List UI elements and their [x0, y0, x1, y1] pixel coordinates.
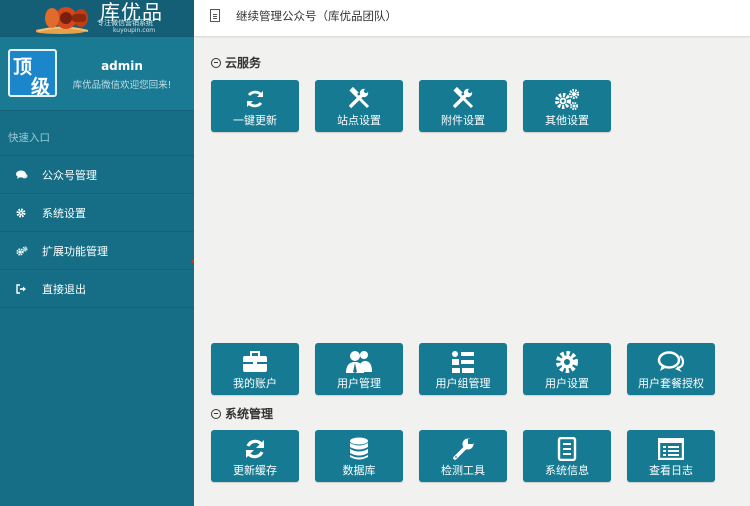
collapse-icon: [211, 57, 221, 68]
section-title: 系统管理: [225, 407, 274, 421]
user-profile: 顶 级 admin 库优品微信欢迎您回来!: [0, 37, 194, 111]
logo[interactable]: 库优品 专注微信营销系统 kuyoupin.com: [0, 0, 194, 37]
tile-refresh-cache[interactable]: 更新缓存: [211, 430, 299, 482]
tile-user-settings[interactable]: 用户设置: [523, 343, 611, 395]
tile-view-logs[interactable]: 查看日志: [627, 430, 715, 482]
comments-icon: [16, 170, 30, 180]
tile-label: 检测工具: [441, 464, 485, 477]
document-icon: [210, 9, 220, 22]
tile-label: 其他设置: [545, 114, 589, 127]
user-group-icon: [419, 349, 507, 375]
logo-icon: [36, 7, 89, 34]
tile-label: 更新缓存: [233, 464, 277, 477]
tile-label: 系统信息: [545, 464, 589, 477]
file-text-icon: [523, 436, 611, 462]
tile-other-settings[interactable]: 其他设置: [523, 80, 611, 132]
sidebar-item-wechat-accounts[interactable]: 公众号管理: [0, 156, 194, 194]
refresh-icon: [211, 436, 299, 462]
list-icon: [627, 436, 715, 462]
gears-icon: [16, 245, 30, 256]
tile-diagnostic-tools[interactable]: 检测工具: [419, 430, 507, 482]
tile-label: 数据库: [342, 464, 376, 477]
tile-system-info[interactable]: 系统信息: [523, 430, 611, 482]
tile-site-settings[interactable]: 站点设置: [315, 80, 403, 132]
sidebar: 库优品 专注微信营销系统 kuyoupin.com 顶 级 admin 库优品微…: [0, 0, 194, 506]
tile-label: 我的账户: [233, 377, 277, 390]
top-bar: 继续管理公众号（库优品团队）: [194, 0, 750, 37]
welcome-message: 库优品微信欢迎您回来!: [72, 80, 172, 91]
users-icon: [315, 349, 403, 375]
sidebar-item-label: 扩展功能管理: [42, 244, 108, 258]
refresh-icon: [211, 86, 299, 112]
sidebar-item-label: 直接退出: [42, 282, 86, 296]
tile-user-plan-authorization[interactable]: 用户套餐授权: [627, 343, 715, 395]
tools-icon: [315, 86, 403, 112]
section-system-management[interactable]: 系统管理: [211, 405, 273, 422]
main-content: 云服务 一键更新 站点设置 附件设置 其他设置 我的账户 用户管理 用户组管理 …: [194, 38, 750, 506]
chat-icon: [627, 349, 715, 375]
tile-one-click-update[interactable]: 一键更新: [211, 80, 299, 132]
sidebar-item-label: 系统设置: [42, 206, 86, 220]
gear-icon: [523, 349, 611, 375]
collapse-icon: [211, 408, 221, 419]
tile-label: 站点设置: [337, 114, 381, 127]
tile-user-group-management[interactable]: 用户组管理: [419, 343, 507, 395]
page-title[interactable]: 继续管理公众号（库优品团队）: [236, 8, 397, 24]
database-icon: [315, 436, 403, 462]
username: admin: [101, 59, 143, 73]
gears-icon: [523, 86, 611, 112]
logo-url: kuyoupin.com: [113, 27, 156, 34]
tile-database[interactable]: 数据库: [315, 430, 403, 482]
tile-label: 用户设置: [545, 377, 589, 390]
tile-label: 附件设置: [441, 114, 485, 127]
sidebar-item-system-settings[interactable]: 系统设置: [0, 194, 194, 232]
tile-user-management[interactable]: 用户管理: [315, 343, 403, 395]
avatar-text-1: 顶: [13, 56, 33, 78]
section-title: 云服务: [225, 56, 262, 70]
section-cloud-service[interactable]: 云服务: [211, 54, 261, 71]
tools-icon: [419, 86, 507, 112]
sign-out-icon: [16, 283, 30, 294]
avatar[interactable]: 顶 级: [8, 49, 57, 97]
sidebar-item-label: 公众号管理: [42, 168, 97, 182]
tile-label: 用户套餐授权: [638, 377, 704, 390]
tile-label: 一键更新: [233, 114, 277, 127]
sidebar-item-logout[interactable]: 直接退出: [0, 270, 194, 308]
sidebar-item-extensions[interactable]: 扩展功能管理: [0, 232, 194, 270]
avatar-text-2: 级: [31, 76, 51, 97]
tile-attachment-settings[interactable]: 附件设置: [419, 80, 507, 132]
briefcase-icon: [211, 349, 299, 375]
tile-my-account[interactable]: 我的账户: [211, 343, 299, 395]
tile-label: 用户组管理: [435, 377, 491, 390]
tile-label: 用户管理: [337, 377, 381, 390]
gear-icon: [16, 208, 30, 218]
sidebar-menu: 公众号管理 系统设置 扩展功能管理 直接退出: [0, 155, 194, 308]
quick-access-label: 快速入口: [8, 132, 50, 144]
tile-label: 查看日志: [649, 464, 693, 477]
wrench-icon: [419, 436, 507, 462]
